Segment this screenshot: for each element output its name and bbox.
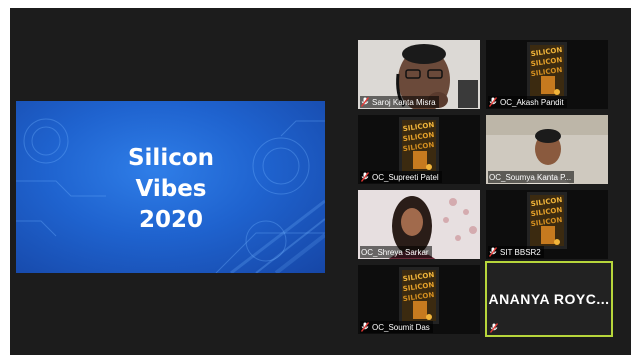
poster-image: SILICON SILICON SILICON	[399, 267, 439, 324]
slide-title: Silicon Vibes 2020	[76, 143, 266, 236]
slide-line: Vibes	[135, 176, 207, 202]
participant-name-label	[489, 322, 501, 334]
mic-muted-icon	[361, 172, 369, 182]
mic-muted-icon	[361, 322, 369, 332]
participant-tile[interactable]: OC_Shreya Sarkar	[357, 189, 481, 260]
participant-name-label: Saroj Kanta Misra	[360, 96, 439, 108]
participant-name-label: OC_Soumya Kanta P...	[488, 171, 575, 183]
participant-tile[interactable]: OC_Soumya Kanta P...	[485, 114, 609, 185]
participant-name-label: OC_Soumit Das	[360, 321, 433, 333]
poster-image: SILICON SILICON SILICON	[527, 192, 567, 249]
mic-muted-icon	[489, 97, 497, 107]
participant-tile[interactable]: SILICON SILICON SILICON OC_Supreeti Pate…	[357, 114, 481, 185]
shared-screen[interactable]: Silicon Vibes 2020	[16, 101, 325, 273]
participant-name-label: OC_Supreeti Patel	[360, 171, 442, 183]
participant-tile[interactable]: Saroj Kanta Misra	[357, 39, 481, 110]
active-speaker-tile[interactable]: ANANYA ROYC...	[485, 261, 613, 337]
mic-muted-icon	[489, 247, 497, 257]
mic-muted-icon	[490, 323, 498, 333]
slide-line: Silicon	[127, 145, 215, 171]
slide-line: 2020	[138, 207, 203, 233]
participant-tile[interactable]: SILICON SILICON SILICON OC_Soumit Das	[357, 264, 481, 335]
mic-muted-icon	[361, 97, 369, 107]
participant-name-label: OC_Akash Pandit	[488, 96, 567, 108]
poster-image: SILICON SILICON SILICON	[527, 42, 567, 99]
participant-display-name: ANANYA ROYC...	[488, 291, 610, 307]
participant-name-label: SIT BBSR2	[488, 246, 544, 258]
poster-image: SILICON SILICON SILICON	[399, 117, 439, 174]
participant-name-label: OC_Shreya Sarkar	[360, 246, 432, 258]
meeting-window: Silicon Vibes 2020 Saroj Kanta Misra SIL…	[10, 8, 631, 355]
participant-tile[interactable]: SILICON SILICON SILICON SIT BBSR2	[485, 189, 609, 260]
participant-tile[interactable]: SILICON SILICON SILICON OC_Akash Pandit	[485, 39, 609, 110]
